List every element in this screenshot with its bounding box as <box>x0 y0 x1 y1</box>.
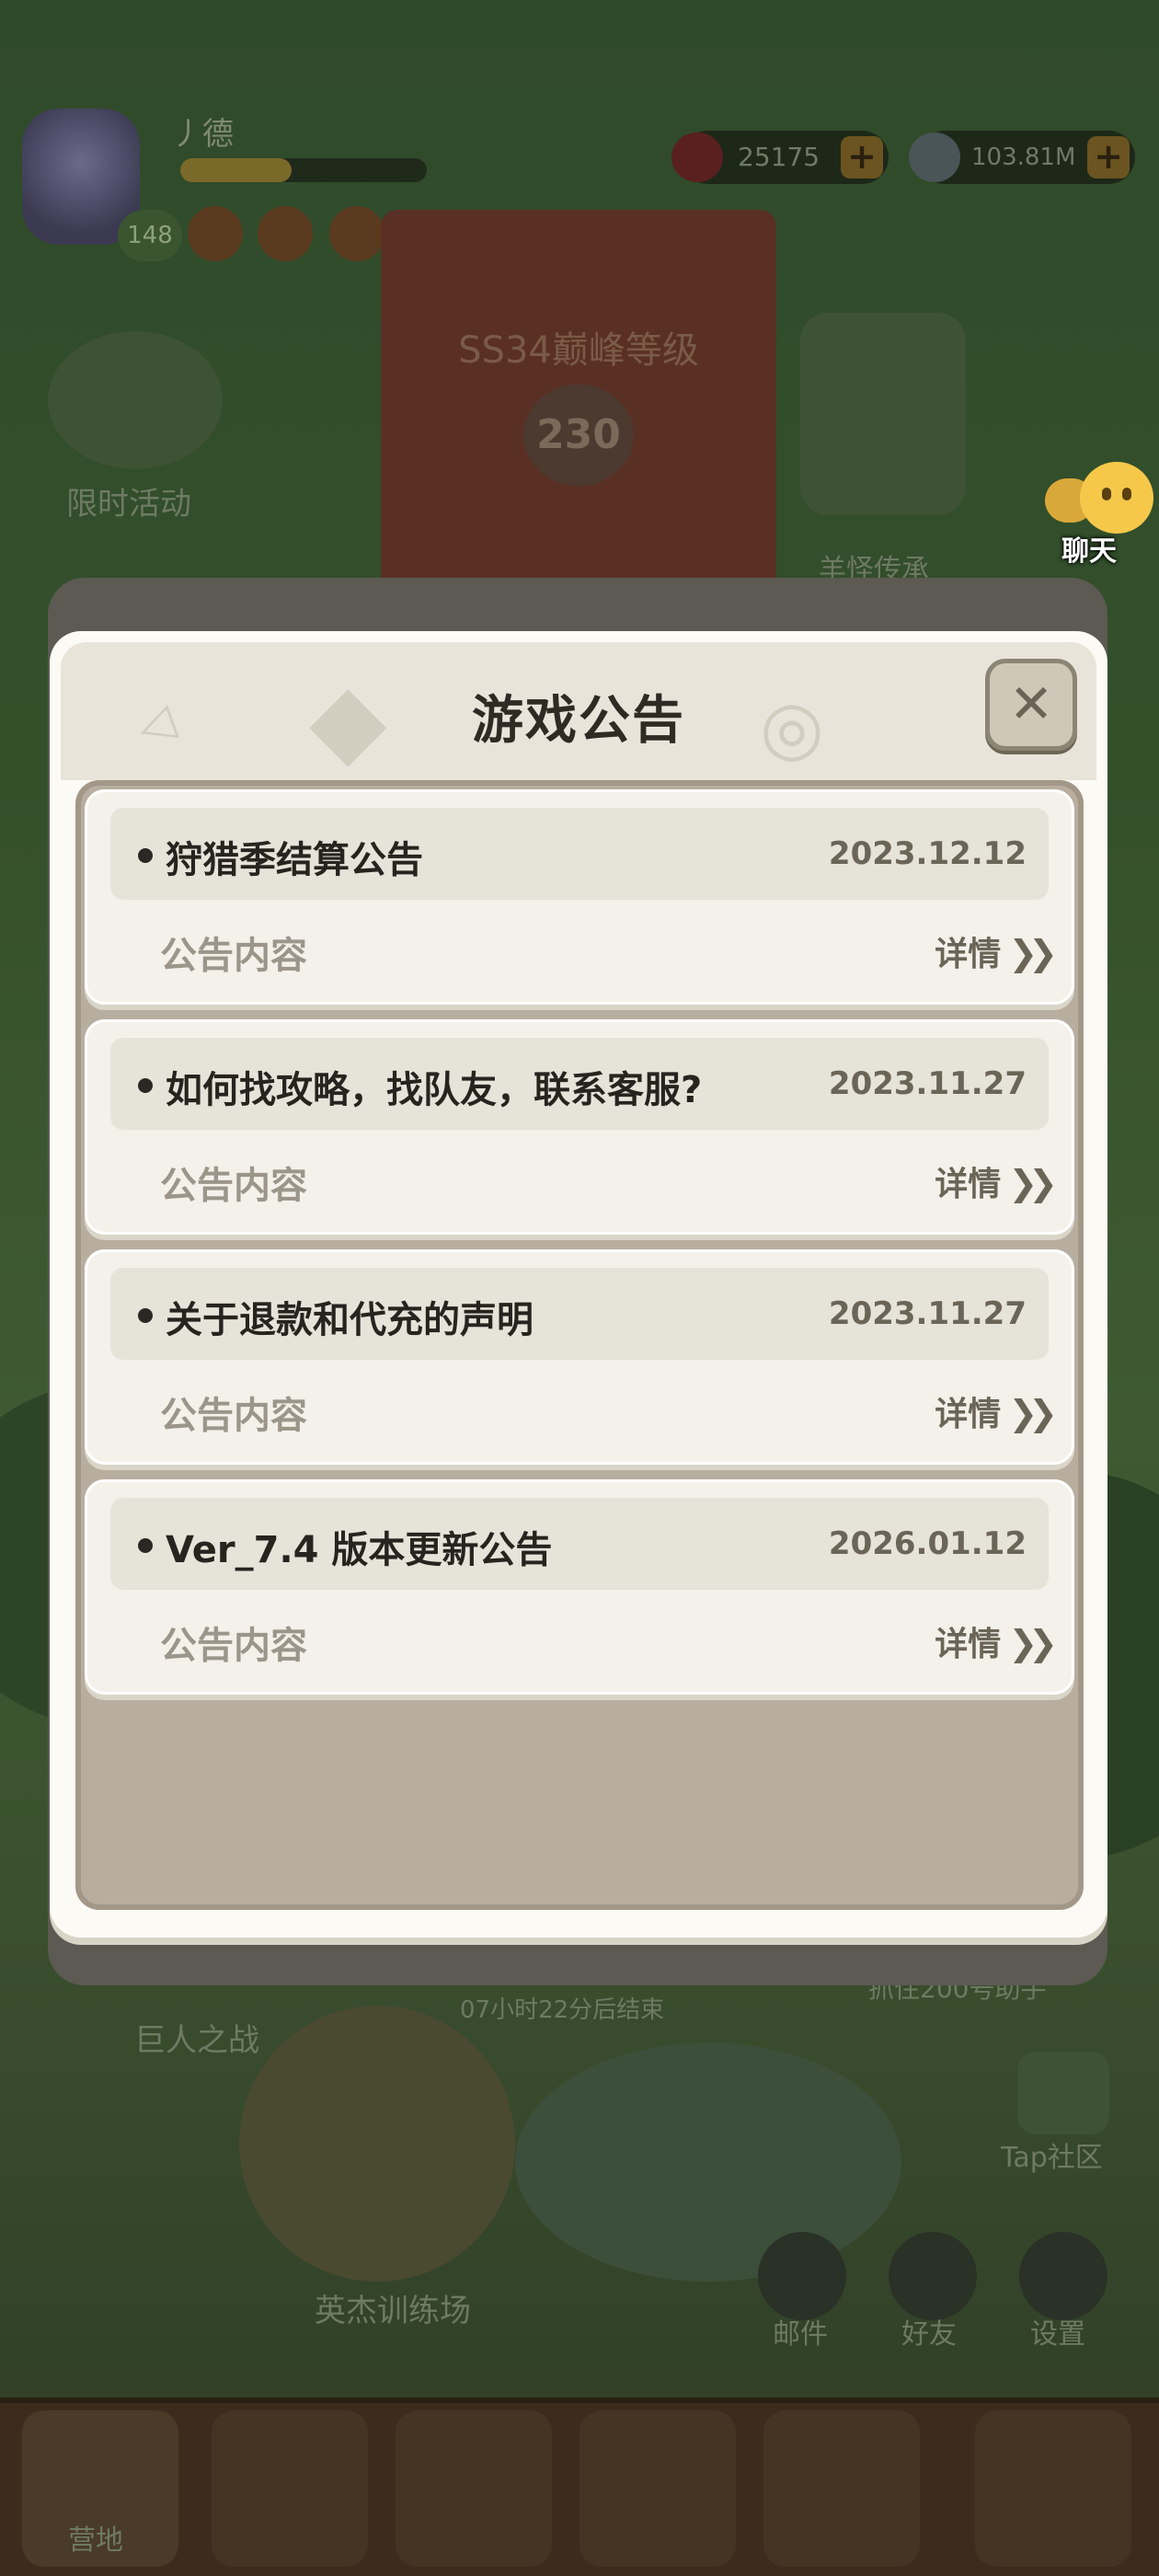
close-button[interactable]: ✕ <box>985 659 1077 751</box>
details-link[interactable]: 详情 ❯❯ <box>935 1387 1058 1435</box>
add-coins-button[interactable]: + <box>1087 136 1130 178</box>
season-banner-title: SS34巅峰等级 <box>458 329 699 372</box>
xp-bar-fill <box>180 158 292 182</box>
settings-label: 设置 <box>1030 2318 1085 2351</box>
details-link[interactable]: 详情 ❯❯ <box>935 1617 1058 1665</box>
announcement-date: 2023.11.27 <box>828 1065 1027 1102</box>
player-name: 丿德 <box>171 116 234 153</box>
announcement-title: 关于退款和代充的声明 <box>166 1299 534 1341</box>
nav-heroes[interactable] <box>212 2410 368 2567</box>
player-level-badge: 148 <box>118 210 182 261</box>
announcement-subtitle: 公告内容 <box>160 1165 307 1207</box>
shield-icon[interactable] <box>329 206 384 261</box>
double-chevron-icon: ❯❯ <box>1008 1163 1058 1203</box>
announcement-item[interactable]: 关于退款和代充的声明 2023.11.27 公告内容 详情 ❯❯ <box>85 1249 1074 1465</box>
details-label: 详情 <box>935 1626 1002 1663</box>
background-rock <box>239 2006 515 2282</box>
details-link[interactable]: 详情 ❯❯ <box>935 927 1058 975</box>
double-chevron-icon: ❯❯ <box>1008 1393 1058 1433</box>
nav-guild[interactable] <box>763 2410 920 2567</box>
announcement-header: 狩猎季结算公告 2023.12.12 <box>110 808 1049 900</box>
announcement-subtitle: 公告内容 <box>160 1395 307 1437</box>
event-label: 限时活动 <box>66 486 191 523</box>
double-chevron-icon: ❯❯ <box>1008 933 1058 973</box>
announcement-title: 如何找攻略，找队友，联系客服? <box>166 1069 703 1111</box>
gem-counter: 25175 + <box>671 131 889 184</box>
announcement-title: 狩猎季结算公告 <box>166 839 423 881</box>
chat-button[interactable]: 聊天 <box>1041 462 1155 568</box>
settings-icon[interactable] <box>1019 2232 1107 2320</box>
event-timer: 07小时22分后结束 <box>460 1996 665 2024</box>
announcement-item[interactable]: 狩猎季结算公告 2023.12.12 公告内容 详情 ❯❯ <box>85 789 1074 1005</box>
announcement-title: Ver_7.4 版本更新公告 <box>166 1529 553 1571</box>
nav-equipment[interactable] <box>396 2410 552 2567</box>
buff-icon[interactable] <box>188 206 243 261</box>
modal-title: 游戏公告 <box>472 691 685 751</box>
announcement-header: 如何找攻略，找队友，联系客服? 2023.11.27 <box>110 1038 1049 1130</box>
season-level: 230 <box>523 385 634 486</box>
announcement-date: 2026.01.12 <box>828 1525 1027 1562</box>
announcement-header: Ver_7.4 版本更新公告 2026.01.12 <box>110 1498 1049 1590</box>
details-label: 详情 <box>935 1166 1002 1203</box>
announcement-header: 关于退款和代充的声明 2023.11.27 <box>110 1268 1049 1360</box>
chat-label: 聊天 <box>1061 535 1117 568</box>
bullet-icon <box>138 1308 153 1323</box>
announcement-date: 2023.12.12 <box>828 835 1027 872</box>
bullet-icon <box>138 1538 153 1553</box>
double-chevron-icon: ❯❯ <box>1008 1623 1058 1663</box>
legacy-icon[interactable] <box>800 313 966 515</box>
announcement-subtitle: 公告内容 <box>160 935 307 977</box>
event-icon[interactable] <box>48 331 223 469</box>
mail-icon[interactable] <box>758 2232 846 2320</box>
announcement-item[interactable]: Ver_7.4 版本更新公告 2026.01.12 公告内容 详情 ❯❯ <box>85 1479 1074 1695</box>
bullet-icon <box>138 1078 153 1093</box>
coin-icon <box>909 132 960 182</box>
bullet-icon <box>138 848 153 863</box>
xp-bar <box>180 158 427 182</box>
nav-pets[interactable] <box>580 2410 736 2567</box>
details-link[interactable]: 详情 ❯❯ <box>935 1157 1058 1205</box>
friends-icon[interactable] <box>889 2232 977 2320</box>
gem-count: 25175 <box>738 142 820 172</box>
details-label: 详情 <box>935 1396 1002 1433</box>
nav-shop[interactable] <box>975 2410 1131 2567</box>
training-ground-label: 英杰训练场 <box>315 2293 471 2329</box>
background-water <box>515 2042 901 2282</box>
tap-community-label: Tap社区 <box>1001 2142 1103 2174</box>
bag-icon[interactable] <box>258 206 313 261</box>
chat-face-icon <box>1080 462 1153 534</box>
tap-community-icon[interactable] <box>1017 2052 1109 2134</box>
add-gems-button[interactable]: + <box>841 136 883 178</box>
announcement-subtitle: 公告内容 <box>160 1625 307 1667</box>
gem-icon <box>671 132 723 182</box>
mail-label: 邮件 <box>773 2318 828 2351</box>
giant-battle-label: 巨人之战 <box>134 2022 259 2059</box>
friends-label: 好友 <box>901 2318 957 2351</box>
announcement-date: 2023.11.27 <box>828 1295 1027 1332</box>
details-label: 详情 <box>935 936 1002 973</box>
close-icon: ✕ <box>1008 673 1054 735</box>
season-banner[interactable]: SS34巅峰等级 230 <box>381 210 776 596</box>
modal-header: ◁ ◆ ◎ 游戏公告 <box>61 642 1096 780</box>
announcement-item[interactable]: 如何找攻略，找队友，联系客服? 2023.11.27 公告内容 详情 ❯❯ <box>85 1019 1074 1235</box>
nav-camp-label: 营地 <box>68 2524 123 2557</box>
coin-count: 103.81M <box>971 144 1076 171</box>
coin-counter: 103.81M + <box>909 131 1135 184</box>
